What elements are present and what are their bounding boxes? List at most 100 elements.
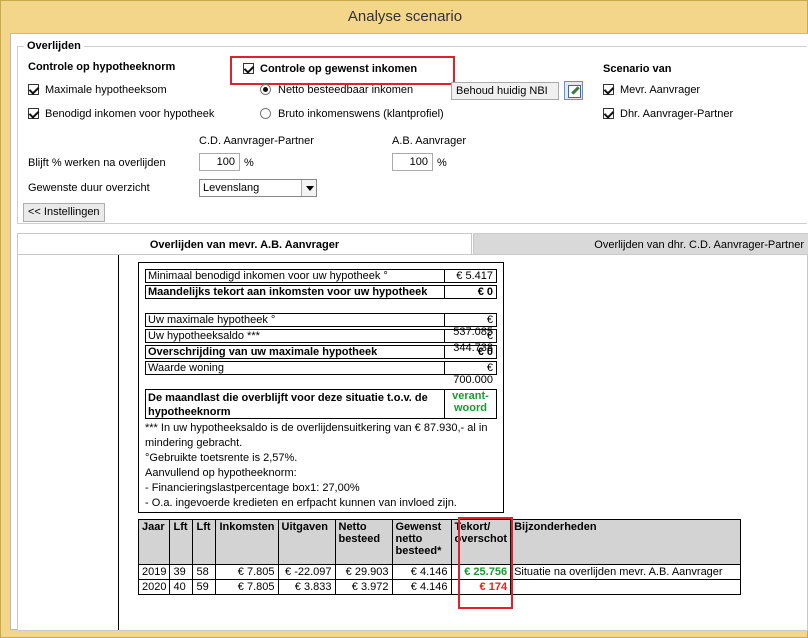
client-area: Overlijden Controle op hypotheeknorm Max… [10,33,808,631]
table-row: 2020 40 59 € 7.805 € 3.833 € 3.972 € 4.1… [137,579,742,595]
summary-label: Maandelijks tekort aan inkomsten voor uw… [148,286,428,298]
hypotheeknorm-heading: Controle op hypotheeknorm [28,61,176,73]
summary-row: Waarde woning € 700.000 [145,361,497,386]
table-header-row: Jaar Lft Lft Inkomsten Uitgaven Netto be… [137,519,742,565]
duur-label: Gewenste duur overzicht [28,182,150,194]
duur-value: Levenslang [203,182,260,194]
header-bijzonderheden: Bijzonderheden [510,519,742,565]
cell-uitgaven: € 3.833 [277,579,336,595]
table-row: 2019 39 58 € 7.805 € -22.097 € 29.903 € … [137,564,742,580]
header-lft: Lft [169,519,194,565]
summary-row: Overschrijding van uw maximale hypotheek… [145,345,497,359]
col-header-partner: C.D. Aanvrager-Partner [199,135,314,147]
werken-aanvrager-input[interactable]: 100 [392,153,433,171]
note-line: Aanvullend op hypotheeknorm: [145,467,297,479]
cell-lft: 39 [169,564,194,580]
note-line: - Financieringslastpercentage box1: 27,0… [145,482,360,494]
summary-value: € 344.738 [444,330,496,354]
maandlast-status: verant- woord [444,390,496,418]
cell-uitgaven: € -22.097 [277,564,336,580]
summary-label: Uw maximale hypotheek ° [148,314,276,326]
col-header-aanvrager: A.B. Aanvrager [392,135,466,147]
cell-bijzonderheden: Situatie na overlijden mevr. A.B. Aanvra… [510,564,742,580]
summary-label: Minimaal benodigd inkomen voor uw hypoth… [148,270,388,282]
tab-overlijden-dhr[interactable]: Overlijden van dhr. C.D. Aanvrager-Partn… [473,233,808,255]
header-lft: Lft [192,519,217,565]
werken-partner-input[interactable]: 100 [199,153,240,171]
tab-overlijden-mevr[interactable]: Overlijden van mevr. A.B. Aanvrager [17,233,472,255]
checkbox-checked-icon [603,108,614,119]
gewenst-inkomen-heading: Controle op gewenst inkomen [260,63,418,75]
cell-gewenst-netto: € 4.146 [391,579,452,595]
summary-value: € 700.000 [444,362,496,386]
percent-label: % [437,157,447,169]
checkbox-checked-icon [243,63,254,74]
summary-row: Uw hypotheeksaldo *** € 344.738 [145,329,497,354]
bruto-inkomenswens-label: Bruto inkomenswens (klantprofiel) [278,108,444,120]
header-netto-besteed: Netto besteed [334,519,393,565]
cell-netto-besteed: € 3.972 [334,579,393,595]
checkbox-checked-icon [603,84,614,95]
highlight-tekort-overschot [458,517,513,609]
header-jaar: Jaar [137,519,171,565]
chevron-down-icon [301,180,316,196]
summary-value: € 0 [444,286,496,298]
bruto-inkomenswens-radio[interactable]: Bruto inkomenswens (klantprofiel) [260,108,444,120]
checkbox-checked-icon [28,84,39,95]
summary-row: Uw maximale hypotheek ° € 537.085 [145,313,497,338]
window-title: Analyse scenario [347,8,463,25]
cell-netto-besteed: € 29.903 [334,564,393,580]
dhr-aanvrager-partner-label: Dhr. Aanvrager-Partner [620,108,734,120]
summary-label: Waarde woning [148,362,225,374]
benodigd-inkomen-checkbox[interactable]: Benodigd inkomen voor hypotheek [28,108,214,120]
radio-unselected-icon [260,108,271,119]
summary-row: Minimaal benodigd inkomen voor uw hypoth… [145,269,497,283]
header-gewenst-netto: Gewenst netto besteed* [391,519,452,565]
scenario-heading: Scenario van [603,63,672,75]
maximale-hypotheeksom-checkbox[interactable]: Maximale hypotheeksom [28,84,167,96]
edit-nbi-icon[interactable] [564,81,583,100]
analyse-scenario-window: Analyse scenario Overlijden Controle op … [0,0,808,638]
instellingen-button[interactable]: << Instellingen [23,203,105,222]
maximale-hypotheeksom-label: Maximale hypotheeksom [45,84,167,96]
summary-label: Overschrijding van uw maximale hypotheek [148,346,378,358]
summary-value: € 537.085 [444,314,496,338]
scenario-tabs: Overlijden van mevr. A.B. Aanvrager Over… [17,233,808,255]
cell-bijzonderheden [510,579,742,595]
radio-selected-icon [260,84,271,95]
verantwoord-1: verant- [452,390,489,402]
mevr-aanvrager-label: Mevr. Aanvrager [620,84,701,96]
settings-panel: Overlijden Controle op hypotheeknorm Max… [11,34,808,227]
groupbox-title: Overlijden [24,40,84,52]
cell-inkomsten: € 7.805 [215,564,279,580]
mevr-aanvrager-checkbox[interactable]: Mevr. Aanvrager [603,84,700,96]
cell-lft: 59 [192,579,217,595]
netto-besteedbaar-radio[interactable]: Netto besteedbaar inkomen [260,84,413,96]
maandlast-row: De maandlast die overblijft voor deze si… [145,389,497,419]
summary-table: Minimaal benodigd inkomen voor uw hypoth… [138,262,504,513]
duur-select[interactable]: Levenslang [199,179,317,197]
cell-gewenst-netto: € 4.146 [391,564,452,580]
cell-jaar: 2019 [137,564,171,580]
header-uitgaven: Uitgaven [277,519,336,565]
note-line: °Gebruikte toetsrente is 2,57%. [145,452,298,464]
note-line: mindering gebracht. [145,437,243,449]
benodigd-inkomen-label: Benodigd inkomen voor hypotheek [45,108,215,120]
note-line: - O.a. ingevoerde kredieten en erfpacht … [145,497,457,509]
maandlast-label-1: De maandlast die overblijft voor deze si… [148,392,428,404]
checkbox-checked-icon [28,108,39,119]
netto-besteedbaar-label: Netto besteedbaar inkomen [278,84,414,96]
percent-label: % [244,157,254,169]
verantwoord-2: woord [454,402,487,414]
report-margin-line [118,255,119,630]
dhr-aanvrager-partner-checkbox[interactable]: Dhr. Aanvrager-Partner [603,108,733,120]
header-inkomsten: Inkomsten [215,519,279,565]
projection-table: Jaar Lft Lft Inkomsten Uitgaven Netto be… [137,519,742,595]
summary-value: € 5.417 [444,270,496,282]
cell-lft: 58 [192,564,217,580]
summary-value: € 0 [444,346,496,358]
nbi-field[interactable]: Behoud huidig NBI [451,82,559,100]
summary-row: Maandelijks tekort aan inkomsten voor uw… [145,285,497,299]
cell-jaar: 2020 [137,579,171,595]
gewenst-inkomen-checkbox[interactable]: Controle op gewenst inkomen [243,63,417,75]
